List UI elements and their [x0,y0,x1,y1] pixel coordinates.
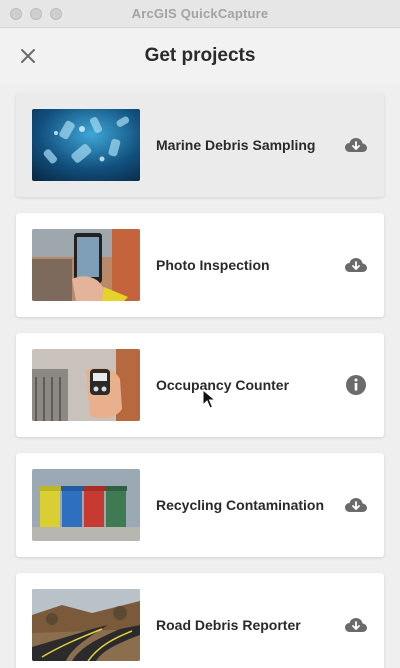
close-button[interactable] [16,44,40,68]
download-button[interactable] [344,613,368,637]
page-title: Get projects [144,45,256,66]
project-name: Recycling Contamination [156,497,325,513]
download-button[interactable] [344,253,368,277]
window-titlebar: ArcGIS QuickCapture [0,0,400,28]
project-card-marine-debris-sampling[interactable]: Marine Debris Sampling [16,93,384,197]
project-card-recycling-contamination[interactable]: Recycling Contamination [16,453,384,557]
project-thumbnail [32,349,140,421]
project-name: Marine Debris Sampling [156,137,316,153]
info-icon [346,375,366,395]
info-button[interactable] [344,373,368,397]
project-thumbnail [32,469,140,541]
cloud-download-icon [345,498,367,512]
project-thumbnail [32,589,140,661]
window-minimize-button[interactable] [30,8,42,20]
download-button[interactable] [344,133,368,157]
project-card-photo-inspection[interactable]: Photo Inspection [16,213,384,317]
window-title: ArcGIS QuickCapture [131,6,269,21]
close-icon [21,49,35,63]
project-card-occupancy-counter[interactable]: Occupancy Counter [16,333,384,437]
project-name: Photo Inspection [156,257,270,273]
project-thumbnail [32,109,140,181]
window-controls [10,8,62,20]
cloud-download-icon [345,258,367,272]
cloud-download-icon [345,618,367,632]
download-button[interactable] [344,493,368,517]
window-zoom-button[interactable] [50,8,62,20]
project-list[interactable]: Marine Debris Sampling Photo Inspection [0,84,400,668]
project-name: Road Debris Reporter [156,617,301,633]
project-thumbnail [32,229,140,301]
project-card-road-debris-reporter[interactable]: Road Debris Reporter [16,573,384,668]
cloud-download-icon [345,138,367,152]
window-close-button[interactable] [10,8,22,20]
page-header: Get projects [0,28,400,84]
project-name: Occupancy Counter [156,377,290,393]
